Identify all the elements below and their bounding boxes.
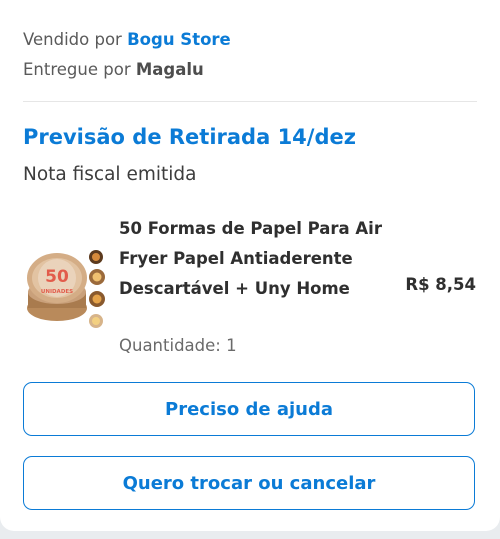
delivery-name: Magalu — [135, 60, 204, 79]
help-button[interactable]: Preciso de ajuda — [23, 382, 475, 436]
product-image[interactable]: 50 UNIDADES — [25, 248, 107, 330]
product-quantity: Quantidade: 1 — [119, 336, 237, 355]
delivery-label: Entregue por — [23, 60, 131, 79]
pickup-forecast-title: Previsão de Retirada 14/dez — [23, 125, 356, 149]
delivery-line: Entregue por Magalu — [23, 60, 204, 79]
seller-name-link[interactable]: Bogu Store — [127, 30, 231, 49]
divider — [23, 101, 477, 102]
exchange-or-cancel-button[interactable]: Quero trocar ou cancelar — [23, 456, 475, 510]
image-word-text: UNIDADES — [41, 289, 73, 295]
image-number-text: 50 — [45, 267, 69, 287]
seller-label: Vendido por — [23, 30, 122, 49]
invoice-status: Nota fiscal emitida — [23, 164, 197, 185]
order-card: Vendido por Bogu Store Entregue por Maga… — [0, 0, 500, 531]
product-image-art: 50 UNIDADES — [27, 250, 105, 328]
product-price: R$ 8,54 — [405, 275, 476, 294]
product-title-link[interactable]: 50 Formas de Papel Para Air Fryer Papel … — [119, 214, 389, 304]
seller-line: Vendido por Bogu Store — [23, 30, 231, 49]
